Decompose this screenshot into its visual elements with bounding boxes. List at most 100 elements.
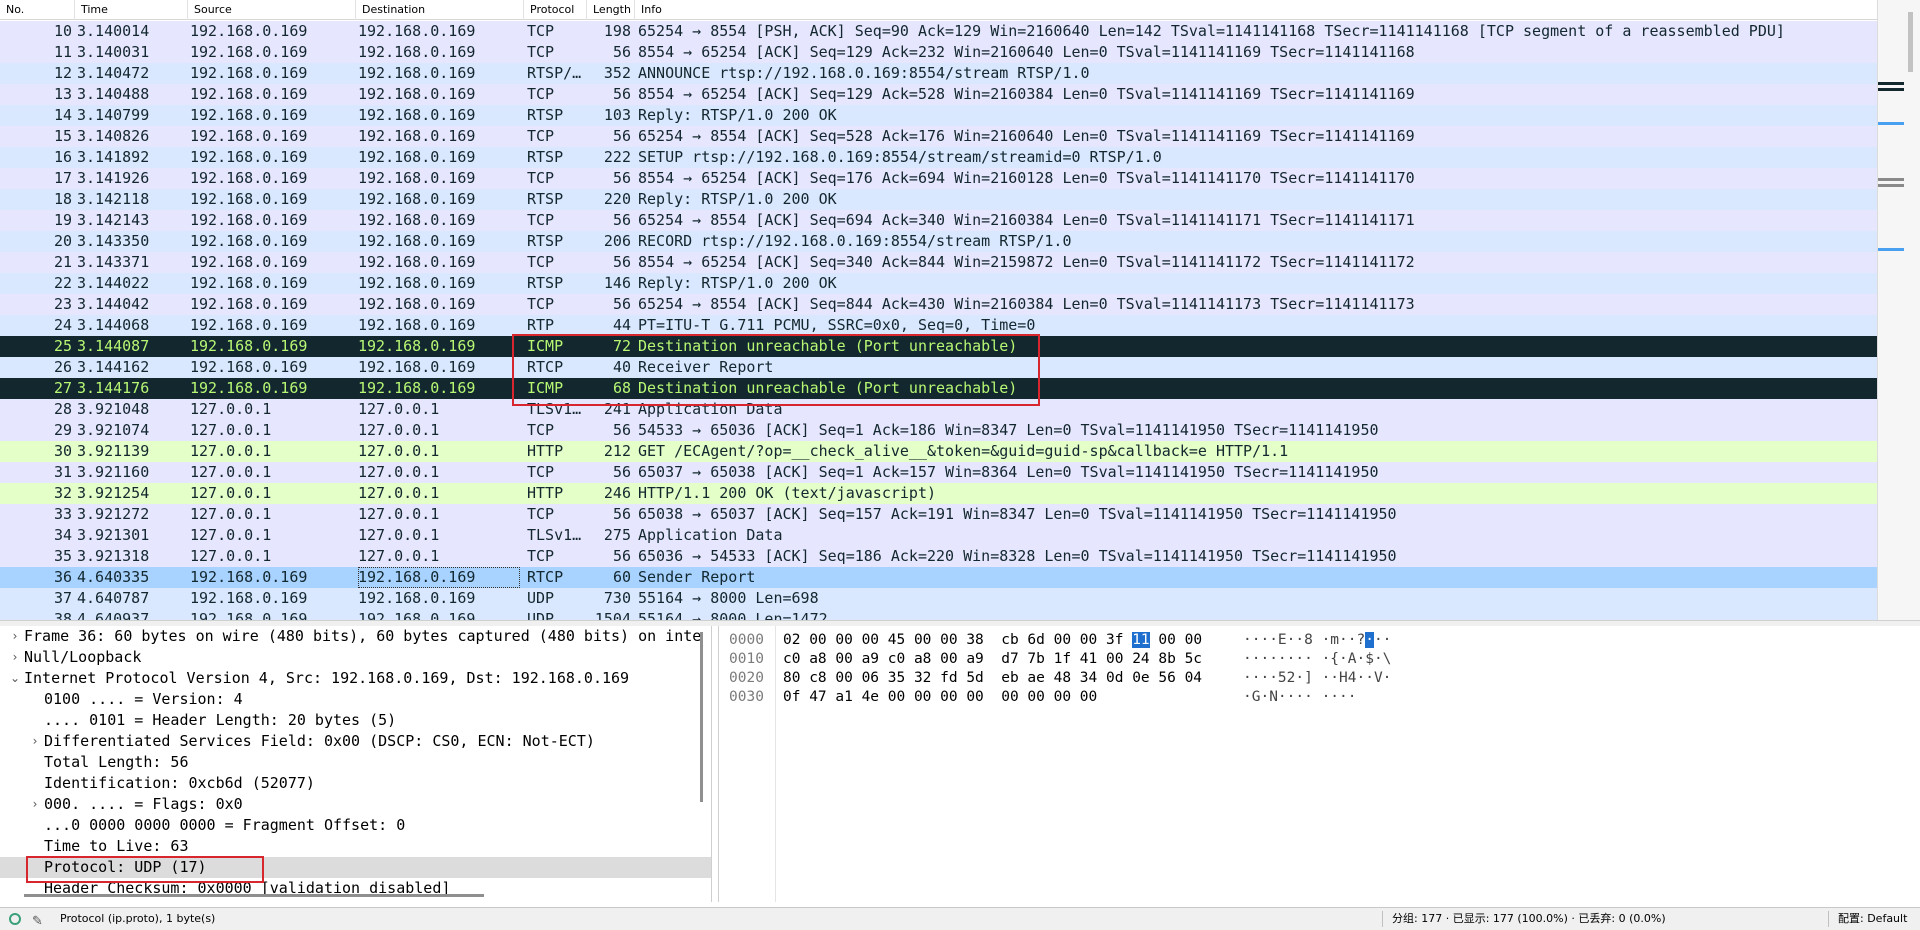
detail-tree-item[interactable]: › Frame 36: 60 bytes on wire (480 bits), …	[0, 626, 711, 647]
packet-row[interactable]: 20 3.143350 192.168.0.169 192.168.0.169 RTSP…	[0, 231, 1877, 252]
packet-row[interactable]: 38 4.640937 192.168.0.169 192.168.0.169 UDP 1…	[0, 609, 1877, 620]
detail-tree-item[interactable]: Total Length: 56	[0, 752, 711, 773]
column-header-info[interactable]: Info	[635, 0, 1877, 20]
packet-time: 3.921074	[77, 421, 150, 439]
packet-row[interactable]: 10 3.140014 192.168.0.169 192.168.0.169 TCP 1…	[0, 21, 1877, 42]
packet-row[interactable]: 24 3.144068 192.168.0.169 192.168.0.169 RTP 4…	[0, 315, 1877, 336]
byte-ascii[interactable]: ·G·N···· ····	[1243, 688, 1357, 707]
status-bar: ✎ Protocol (ip.proto), 1 byte(s) 分组: 177…	[0, 907, 1920, 930]
packet-row[interactable]: 27 3.144176 192.168.0.169 192.168.0.169 ICMP…	[0, 378, 1877, 399]
packet-destination: 192.168.0.169	[358, 253, 476, 271]
packet-row[interactable]: 21 3.143371 192.168.0.169 192.168.0.169 TCP 5…	[0, 252, 1877, 273]
packet-protocol: RTSP	[527, 106, 564, 124]
packet-no: 13	[53, 85, 72, 103]
byte-ascii[interactable]: ····E··8 ·m··?···	[1243, 631, 1391, 650]
byte-hex[interactable]: 80 c8 00 06 35 32 fd 5d eb ae 48 34 0d 0…	[783, 669, 1202, 688]
packet-row[interactable]: 30 3.921139 127.0.0.1 127.0.0.1 HTTP 212 GET /…	[0, 441, 1877, 462]
detail-tree: › Frame 36: 60 bytes on wire (480 bits), …	[0, 626, 711, 899]
column-header-source[interactable]: Source	[188, 0, 356, 20]
scrollbar-thumb[interactable]	[700, 632, 703, 802]
packet-source: 192.168.0.169	[190, 568, 308, 586]
packet-length: 44	[612, 316, 631, 334]
expand-arrow-icon[interactable]: ›	[8, 647, 22, 668]
packet-protocol: ICMP	[527, 337, 564, 355]
byte-hex[interactable]: c0 a8 00 a9 c0 a8 00 a9 d7 7b 1f 41 00 2…	[783, 650, 1202, 669]
detail-tree-item[interactable]: ...0 0000 0000 0000 = Fragment Offset: 0	[0, 815, 711, 836]
packet-row[interactable]: 34 3.921301 127.0.0.1 127.0.0.1 TLSv1… 275 App…	[0, 525, 1877, 546]
packet-source: 192.168.0.169	[190, 379, 308, 397]
packet-row-selected[interactable]: 36 4.640335 192.168.0.169 192.168.0.169 RTCP…	[0, 567, 1877, 588]
packet-row[interactable]: 32 3.921254 127.0.0.1 127.0.0.1 HTTP 246 HTTP/…	[0, 483, 1877, 504]
column-header-destination[interactable]: Destination	[356, 0, 524, 20]
detail-tree-item[interactable]: Protocol: UDP (17)	[0, 857, 711, 878]
column-header-time[interactable]: Time	[75, 0, 188, 20]
byte-ascii[interactable]: ········ ·{·A·$·\	[1243, 650, 1391, 669]
packet-protocol: RTCP	[527, 568, 564, 586]
packet-row[interactable]: 26 3.144162 192.168.0.169 192.168.0.169 RTCP…	[0, 357, 1877, 378]
packet-row[interactable]: 37 4.640787 192.168.0.169 192.168.0.169 UDP 7…	[0, 588, 1877, 609]
packet-source: 127.0.0.1	[190, 547, 272, 565]
status-profile[interactable]: 配置: Default	[1838, 908, 1907, 930]
detail-tree-item[interactable]: ⌄ Internet Protocol Version 4, Src: 192.1…	[0, 668, 711, 689]
packet-row[interactable]: 17 3.141926 192.168.0.169 192.168.0.169 TCP 5…	[0, 168, 1877, 189]
byte-row: 0010 c0 a8 00 a9 c0 a8 00 a9 d7 7b 1f 41 …	[719, 650, 1919, 669]
edit-comment-icon[interactable]: ✎	[32, 911, 43, 930]
byte-ascii[interactable]: ····52·] ··H4··V·	[1243, 669, 1391, 688]
expand-arrow-icon[interactable]: ›	[28, 731, 42, 752]
packet-details-pane[interactable]: › Frame 36: 60 bytes on wire (480 bits), …	[0, 626, 712, 902]
packet-row[interactable]: 16 3.141892 192.168.0.169 192.168.0.169 RTSP…	[0, 147, 1877, 168]
detail-tree-item[interactable]: › Differentiated Services Field: 0x00 (DS…	[0, 731, 711, 752]
packet-destination: 192.168.0.169	[358, 274, 476, 292]
packet-row[interactable]: 12 3.140472 192.168.0.169 192.168.0.169 RTSP…	[0, 63, 1877, 84]
packet-row[interactable]: 19 3.142143 192.168.0.169 192.168.0.169 TCP 5…	[0, 210, 1877, 231]
packet-row[interactable]: 13 3.140488 192.168.0.169 192.168.0.169 TCP 5…	[0, 84, 1877, 105]
byte-offset: 0020	[729, 670, 764, 686]
packet-row[interactable]: 18 3.142118 192.168.0.169 192.168.0.169 RTSP…	[0, 189, 1877, 210]
detail-tree-item[interactable]: › 000. .... = Flags: 0x0	[0, 794, 711, 815]
packet-row[interactable]: 15 3.140826 192.168.0.169 192.168.0.169 TCP 5…	[0, 126, 1877, 147]
detail-tree-label: 0100 .... = Version: 4	[44, 690, 243, 708]
details-scrollbar[interactable]	[696, 632, 706, 882]
packet-row[interactable]: 31 3.921160 127.0.0.1 127.0.0.1 TCP 56 65037 →…	[0, 462, 1877, 483]
detail-tree-item[interactable]: Identification: 0xcb6d (52077)	[0, 773, 711, 794]
packet-source: 127.0.0.1	[190, 505, 272, 523]
expand-arrow-icon[interactable]: ›	[28, 794, 42, 815]
packet-source: 192.168.0.169	[190, 337, 308, 355]
detail-tree-item[interactable]: Time to Live: 63	[0, 836, 711, 857]
packet-source: 192.168.0.169	[190, 232, 308, 250]
packet-source: 192.168.0.169	[190, 169, 308, 187]
packet-row[interactable]: 28 3.921048 127.0.0.1 127.0.0.1 TLSv1… 241 App…	[0, 399, 1877, 420]
packet-list-scrollbar[interactable]	[1877, 0, 1920, 620]
detail-tree-item[interactable]: .... 0101 = Header Length: 20 bytes (5)	[0, 710, 711, 731]
packet-source: 127.0.0.1	[190, 421, 272, 439]
detail-tree-label: 000. .... = Flags: 0x0	[44, 795, 243, 813]
packet-row[interactable]: 14 3.140799 192.168.0.169 192.168.0.169 RTSP…	[0, 105, 1877, 126]
minimap-mark	[1878, 82, 1904, 85]
detail-tree-item[interactable]: › Null/Loopback	[0, 647, 711, 668]
expand-arrow-icon[interactable]: ›	[8, 626, 22, 647]
details-horizontal-scrollbar[interactable]	[24, 894, 484, 897]
scrollbar-thumb[interactable]	[1908, 12, 1913, 72]
packet-row[interactable]: 23 3.144042 192.168.0.169 192.168.0.169 TCP 5…	[0, 294, 1877, 315]
packet-info: 65254 → 8554 [PSH, ACK] Seq=90 Ack=129 W…	[638, 22, 1785, 40]
packet-info: Destination unreachable (Port unreachabl…	[638, 337, 1018, 355]
detail-tree-item[interactable]: 0100 .... = Version: 4	[0, 689, 711, 710]
capture-status-icon[interactable]	[9, 913, 21, 925]
column-header-length[interactable]: Length	[587, 0, 635, 20]
packet-length: 206	[603, 232, 631, 250]
packet-list[interactable]: No. Time Source Destination Protocol Len…	[0, 0, 1920, 620]
packet-bytes-pane[interactable]: 0000 02 00 00 00 45 00 00 38 cb 6d 00 00 …	[718, 626, 1920, 902]
collapse-arrow-icon[interactable]: ⌄	[8, 668, 22, 689]
packet-row[interactable]: 33 3.921272 127.0.0.1 127.0.0.1 TCP 56 65038 →…	[0, 504, 1877, 525]
packet-time: 3.921048	[77, 400, 150, 418]
column-header-protocol[interactable]: Protocol	[524, 0, 587, 20]
packet-row[interactable]: 22 3.144022 192.168.0.169 192.168.0.169 RTSP…	[0, 273, 1877, 294]
packet-row[interactable]: 35 3.921318 127.0.0.1 127.0.0.1 TCP 56 65036 →…	[0, 546, 1877, 567]
byte-hex[interactable]: 02 00 00 00 45 00 00 38 cb 6d 00 00 3f 1…	[783, 631, 1202, 650]
byte-hex[interactable]: 0f 47 a1 4e 00 00 00 00 00 00 00 00	[783, 688, 1097, 707]
column-header-no[interactable]: No.	[0, 0, 75, 20]
packet-row[interactable]: 29 3.921074 127.0.0.1 127.0.0.1 TCP 56 54533 →…	[0, 420, 1877, 441]
packet-row[interactable]: 11 3.140031 192.168.0.169 192.168.0.169 TCP 5…	[0, 42, 1877, 63]
packet-time: 3.140031	[77, 43, 150, 61]
packet-row[interactable]: 25 3.144087 192.168.0.169 192.168.0.169 ICMP…	[0, 336, 1877, 357]
